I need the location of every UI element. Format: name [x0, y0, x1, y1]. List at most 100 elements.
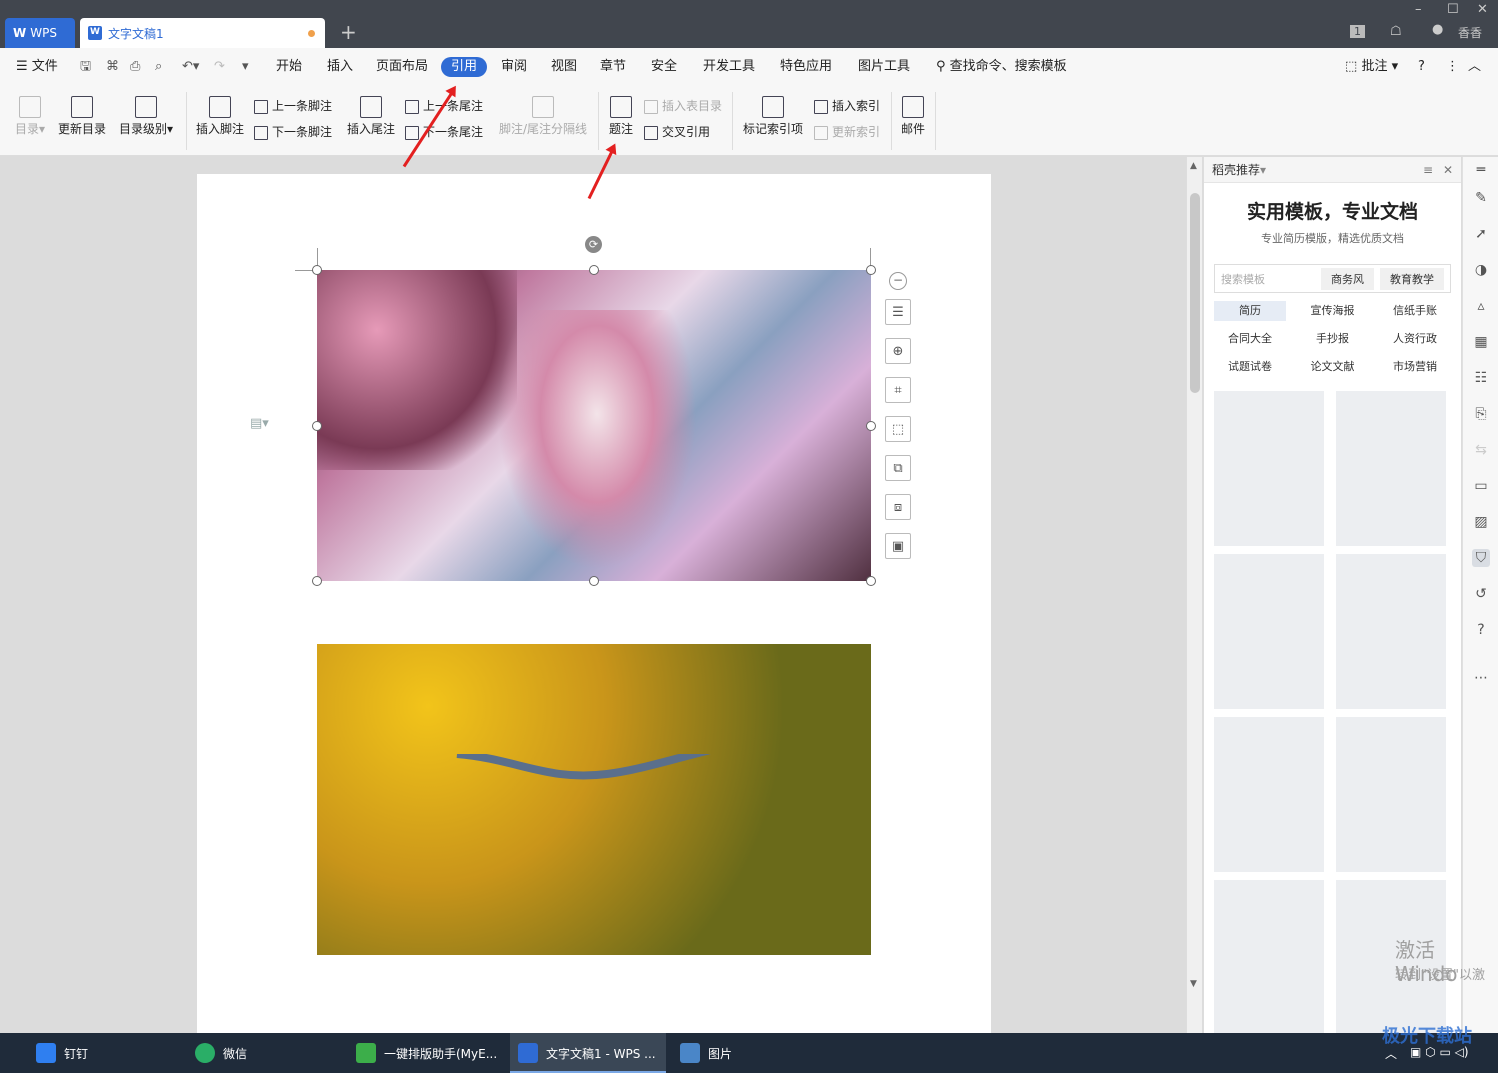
- caption-button[interactable]: 题注: [607, 96, 635, 137]
- resize-handle[interactable]: [312, 421, 322, 431]
- format-painter-icon[interactable]: ⌘: [106, 57, 119, 77]
- menu-insert[interactable]: 插入: [327, 57, 353, 77]
- screenshot-icon[interactable]: ⬚: [885, 416, 911, 442]
- menu-chapter[interactable]: 章节: [600, 57, 626, 77]
- template-tile[interactable]: [1336, 391, 1446, 546]
- print-icon[interactable]: ⎙: [130, 57, 140, 77]
- skin-icon[interactable]: ☖: [1390, 24, 1402, 39]
- menu-picture-tools[interactable]: 图片工具: [858, 57, 910, 77]
- prev-footnote-button[interactable]: 上一条脚注: [254, 97, 332, 114]
- paragraph-menu-icon[interactable]: ▤▾: [250, 416, 269, 431]
- tag-handwritten[interactable]: 手抄报: [1296, 329, 1369, 349]
- menu-review[interactable]: 审阅: [501, 57, 527, 77]
- undo-icon[interactable]: ↶▾: [182, 57, 199, 77]
- archive-icon[interactable]: ▭: [1472, 477, 1490, 495]
- insert-footnote-button[interactable]: 插入脚注: [195, 96, 245, 137]
- insert-table-of-figures-button[interactable]: 插入表目录: [644, 97, 722, 114]
- wps-home-tab[interactable]: W WPS: [5, 18, 75, 48]
- quick-access-dropdown-icon[interactable]: ▾: [242, 57, 249, 77]
- menu-view[interactable]: 视图: [551, 57, 577, 77]
- cosplay-image[interactable]: [317, 270, 871, 581]
- next-endnote-button[interactable]: 下一条尾注: [405, 123, 483, 140]
- close-icon[interactable]: ✕: [1477, 2, 1488, 17]
- cross-reference-button[interactable]: 交叉引用: [644, 123, 710, 140]
- file-menu[interactable]: ☰ 文件: [16, 57, 58, 77]
- toc-button[interactable]: 目录▾: [12, 96, 48, 137]
- select-icon[interactable]: ➚: [1472, 225, 1490, 243]
- insert-index-button[interactable]: 插入索引: [814, 97, 880, 114]
- user-name[interactable]: 香香: [1458, 24, 1482, 41]
- chip-business[interactable]: 商务风: [1321, 267, 1374, 290]
- document-icon[interactable]: ⎘: [1472, 405, 1490, 423]
- help-circle-icon[interactable]: ?: [1472, 621, 1490, 639]
- save-icon[interactable]: 🖫: [80, 57, 91, 77]
- command-search[interactable]: ⚲ 查找命令、搜索模板: [936, 57, 1067, 77]
- tag-stationery[interactable]: 信纸手账: [1379, 301, 1451, 321]
- pen-icon[interactable]: ✎: [1472, 189, 1490, 207]
- window-count-badge[interactable]: 1: [1350, 24, 1365, 39]
- resize-handle[interactable]: [312, 265, 322, 275]
- chip-education[interactable]: 教育教学: [1380, 267, 1444, 290]
- template-tile[interactable]: [1214, 554, 1324, 709]
- help-button[interactable]: ?: [1418, 57, 1425, 77]
- menu-references[interactable]: 引用: [441, 57, 488, 77]
- shapes-icon[interactable]: ◑: [1472, 261, 1490, 279]
- menu-developer[interactable]: 开发工具: [703, 57, 755, 77]
- template-tile[interactable]: [1214, 880, 1324, 1035]
- new-tab-button[interactable]: +: [340, 20, 357, 44]
- table-icon[interactable]: ▦: [1472, 333, 1490, 351]
- scroll-thumb[interactable]: [1190, 193, 1200, 393]
- panel-close-icon[interactable]: ✕: [1443, 163, 1453, 177]
- template-search[interactable]: 搜索模板 商务风 教育教学: [1214, 264, 1451, 293]
- resize-handle[interactable]: [312, 576, 322, 586]
- tag-marketing[interactable]: 市场营销: [1379, 357, 1451, 377]
- rotate-handle-icon[interactable]: ⟳: [585, 236, 602, 253]
- settings-sliders-icon[interactable]: ☷: [1472, 369, 1490, 387]
- vertical-scrollbar[interactable]: ▲ ▼: [1186, 157, 1202, 1033]
- history-icon[interactable]: ↺: [1472, 585, 1490, 603]
- minimize-icon[interactable]: –: [1415, 2, 1422, 17]
- menu-special-apps[interactable]: 特色应用: [780, 57, 832, 77]
- template-tile[interactable]: [1214, 391, 1324, 546]
- comment-button[interactable]: ⬚ 批注 ▾: [1345, 57, 1398, 77]
- picture-icon[interactable]: ▨: [1472, 513, 1490, 531]
- layout-options-icon[interactable]: ☰: [885, 299, 911, 325]
- taskbar-photos[interactable]: 图片: [672, 1033, 822, 1073]
- panel-menu-icon[interactable]: ≡: [1423, 163, 1433, 177]
- template-tile[interactable]: [1214, 717, 1324, 872]
- template-tile[interactable]: [1336, 554, 1446, 709]
- crop-icon[interactable]: ⌗: [885, 377, 911, 403]
- document-tab[interactable]: 文字文稿1: [80, 18, 325, 48]
- redo-icon[interactable]: ↷: [214, 57, 225, 77]
- image-enhance-icon[interactable]: ▣: [885, 533, 911, 559]
- collapse-toolbar-icon[interactable]: −: [889, 272, 907, 290]
- maximize-icon[interactable]: ☐: [1447, 2, 1459, 17]
- menu-start[interactable]: 开始: [276, 57, 302, 77]
- insert-endnote-button[interactable]: 插入尾注: [345, 96, 397, 137]
- taskbar-dingtalk[interactable]: 钉钉: [28, 1033, 186, 1073]
- collapse-ribbon-icon[interactable]: ︿: [1468, 57, 1481, 77]
- toc-level-button[interactable]: 目录级别▾: [116, 96, 176, 137]
- template-shield-icon[interactable]: ⛉: [1472, 549, 1490, 567]
- template-tile[interactable]: [1336, 717, 1446, 872]
- taskbar-wps-document[interactable]: 文字文稿1 - WPS ...: [510, 1033, 666, 1073]
- panel-header-label[interactable]: 稻壳推荐: [1212, 161, 1260, 178]
- resize-handle[interactable]: [589, 265, 599, 275]
- tag-papers[interactable]: 论文文献: [1296, 357, 1369, 377]
- zoom-in-icon[interactable]: ⊕: [885, 338, 911, 364]
- resize-handle[interactable]: [866, 265, 876, 275]
- resize-handle[interactable]: [866, 576, 876, 586]
- mail-button[interactable]: 邮件: [900, 96, 926, 137]
- scroll-up-icon[interactable]: ▲: [1190, 161, 1197, 171]
- more-dots-icon[interactable]: ⋯: [1472, 669, 1490, 687]
- menu-security[interactable]: 安全: [651, 57, 677, 77]
- style-icon[interactable]: ▵: [1472, 297, 1490, 315]
- tag-contracts[interactable]: 合同大全: [1214, 329, 1286, 349]
- avatar[interactable]: ●: [1432, 22, 1443, 37]
- resize-handle[interactable]: [866, 421, 876, 431]
- taskbar-layout-assistant[interactable]: 一键排版助手(MyE...: [348, 1033, 508, 1073]
- mark-index-button[interactable]: 标记索引项: [742, 96, 804, 137]
- menu-page-layout[interactable]: 页面布局: [376, 57, 428, 77]
- update-index-button[interactable]: 更新索引: [814, 123, 880, 140]
- strip-menu-icon[interactable]: ═: [1472, 161, 1490, 179]
